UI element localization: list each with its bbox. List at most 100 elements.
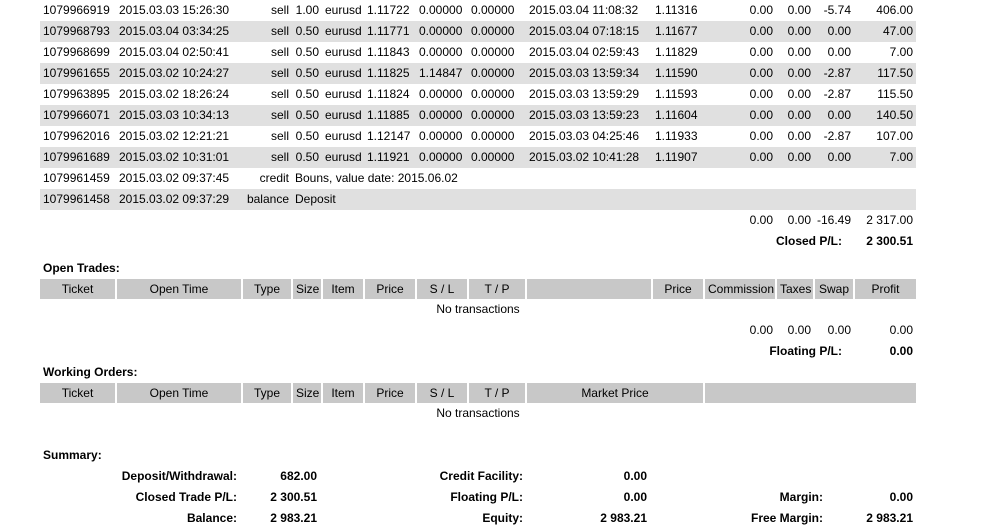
trade-open-time: 2015.03.02 18:26:24 [119, 87, 230, 101]
trade-close-price: 1.11593 [655, 87, 698, 101]
wo-col-market-price: Market Price [526, 383, 705, 403]
trade-price: 1.11843 [367, 45, 410, 59]
trade-close-time: 2015.03.04 11:08:32 [529, 3, 639, 17]
trade-size: 0.50 [295, 45, 319, 59]
trade-profit: 115.50 [877, 87, 913, 101]
trade-price: 1.12147 [367, 129, 411, 143]
working-orders-empty: No transactions [436, 406, 520, 420]
open-total-profit: 0.00 [889, 323, 913, 337]
trade-open-time: 2015.03.02 12:21:21 [119, 129, 230, 143]
trade-swap: 0.00 [827, 45, 851, 59]
trade-sl: 0.00000 [416, 21, 468, 42]
col-sl: S / L [416, 279, 469, 299]
trade-row: 1079966071 2015.03.03 10:34:13 sell 0.50 eur… [40, 105, 916, 126]
total-commission: 0.00 [749, 213, 773, 227]
balance-comment: Deposit [292, 189, 916, 210]
trade-profit: 107.00 [876, 129, 913, 143]
trade-row: 1079963895 2015.03.02 18:26:24 sell 0.50 eur… [40, 84, 916, 105]
balance-ticket: 1079961458 [40, 189, 116, 210]
trade-swap: -2.87 [823, 87, 851, 101]
trade-item: eurusd [325, 45, 362, 59]
trade-type: sell [270, 129, 289, 143]
open-total-commission: 0.00 [749, 323, 773, 337]
trade-row: 1079961689 2015.03.02 10:31:01 sell 0.50 eur… [40, 147, 916, 168]
trade-tp: 0.00000 [471, 45, 515, 59]
trade-type: sell [242, 21, 292, 42]
trade-item: eurusd [325, 129, 362, 143]
trade-size: 1.00 [295, 3, 319, 17]
trade-profit: 140.50 [854, 105, 916, 126]
trade-ticket: 1079963895 [43, 87, 110, 101]
working-orders-table: Ticket Open Time Type Size Item Price S … [40, 383, 916, 424]
floating-pl-row: Floating P/L: 0.00 [40, 341, 916, 362]
trade-commission: 0.00 [749, 45, 773, 59]
trade-swap: 0.00 [814, 21, 854, 42]
trade-tp: 0.00000 [468, 105, 526, 126]
col-price: Price [364, 279, 417, 299]
trade-taxes: 0.00 [787, 3, 811, 17]
trade-type: sell [242, 147, 292, 168]
col-price2: Price [652, 279, 705, 299]
trade-commission: 0.00 [704, 63, 776, 84]
wo-col-item: Item [322, 383, 365, 403]
trade-ticket: 1079961655 [40, 63, 116, 84]
wo-col-blank [704, 383, 916, 403]
deposit-label: Deposit/Withdrawal: [121, 469, 237, 483]
trade-item: eurusd [325, 3, 362, 17]
trade-sl: 1.14847 [416, 63, 468, 84]
col-ticket: Ticket [40, 279, 117, 299]
deposit-value: 682.00 [280, 469, 317, 483]
balance-row: 1079961459 2015.03.02 09:37:45 credit Bouns… [40, 168, 916, 189]
equity-label: Equity: [482, 511, 523, 525]
trade-sl: 0.00000 [419, 87, 463, 101]
trade-price: 1.11921 [364, 147, 416, 168]
trade-ticket: 1079962016 [43, 129, 110, 143]
trade-commission: 0.00 [704, 21, 776, 42]
col-tp: T / P [468, 279, 527, 299]
trade-ticket: 1079966919 [43, 3, 110, 17]
equity-value: 2 983.21 [600, 511, 647, 525]
trade-close-time: 2015.03.03 13:59:23 [526, 105, 652, 126]
trade-tp: 0.00000 [468, 63, 526, 84]
trade-close-time: 2015.03.03 13:59:29 [529, 87, 640, 101]
col-blank [526, 279, 653, 299]
trade-sl: 0.00000 [416, 105, 468, 126]
open-trades-title: Open Trades: [43, 261, 120, 275]
open-trades-empty-row: No transactions [40, 299, 916, 320]
balance-time: 2015.03.02 09:37:29 [116, 189, 242, 210]
trade-size: 0.50 [292, 147, 322, 168]
trade-open-time: 2015.03.04 03:34:25 [116, 21, 242, 42]
balance-time: 2015.03.02 09:37:45 [119, 171, 230, 185]
trade-close-time: 2015.03.04 07:18:15 [526, 21, 652, 42]
trade-price: 1.11771 [364, 21, 416, 42]
summary-table: Deposit/Withdrawal: 682.00 Credit Facili… [40, 466, 916, 529]
working-orders-header: Ticket Open Time Type Size Item Price S … [40, 383, 916, 403]
trade-type: sell [242, 63, 292, 84]
open-total-swap: 0.00 [827, 323, 851, 337]
trade-close-time: 2015.03.03 04:25:46 [529, 129, 640, 143]
credit-value: 0.00 [623, 469, 647, 483]
trade-sl: 0.00000 [419, 3, 463, 17]
trade-price: 1.11722 [367, 3, 410, 17]
credit-label: Credit Facility: [439, 469, 523, 483]
balance-label: Balance: [186, 511, 237, 525]
trade-row: 1079966919 2015.03.03 15:26:30 sell 1.00 eur… [40, 0, 916, 21]
col-swap: Swap [814, 279, 855, 299]
trade-profit: 47.00 [854, 21, 916, 42]
trade-profit: 406.00 [876, 3, 913, 17]
wo-col-ticket: Ticket [40, 383, 117, 403]
trade-commission: 0.00 [704, 105, 776, 126]
trade-item: eurusd [322, 147, 364, 168]
open-total-taxes: 0.00 [787, 323, 811, 337]
summary-row-3: Balance: 2 983.21 Equity: 2 983.21 Free … [40, 508, 916, 529]
closed-trade-pl-label: Closed Trade P/L: [135, 490, 237, 504]
trade-taxes: 0.00 [776, 147, 814, 168]
trade-item: eurusd [322, 21, 364, 42]
closed-totals-row: 0.00 0.00 -16.49 2 317.00 [40, 210, 916, 231]
trade-row: 1079962016 2015.03.02 12:21:21 sell 0.50 eur… [40, 126, 916, 147]
closed-trades-table: 1079966919 2015.03.03 15:26:30 sell 1.00 eur… [40, 0, 916, 252]
summary-floating-label: Floating P/L: [450, 490, 523, 504]
trade-size: 0.50 [295, 129, 319, 143]
trade-taxes: 0.00 [787, 129, 811, 143]
trade-tp: 0.00000 [471, 87, 515, 101]
